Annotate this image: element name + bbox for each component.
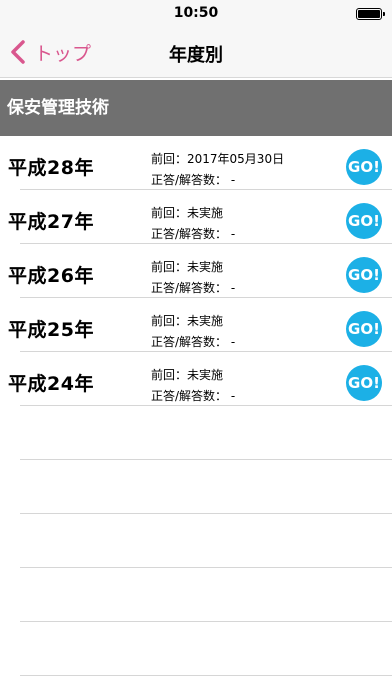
go-button[interactable]: GO! bbox=[346, 365, 382, 401]
go-button[interactable]: GO! bbox=[346, 311, 382, 347]
score-text: 正答/解答数： - bbox=[151, 389, 236, 403]
empty-row bbox=[0, 460, 392, 514]
exam-year: 平成26年 bbox=[8, 265, 94, 287]
section-header: 保安管理技術 bbox=[0, 80, 392, 136]
last-attempt-date: 前回：未実施 bbox=[151, 260, 224, 274]
exam-list: 平成28年 前回：2017年05月30日 正答/解答数： - GO! 平成27年… bbox=[0, 136, 392, 676]
last-attempt-date: 前回：未実施 bbox=[151, 314, 224, 328]
exam-row-h26[interactable]: 平成26年 前回：未実施 正答/解答数： - GO! bbox=[0, 244, 392, 298]
score-text: 正答/解答数： - bbox=[151, 335, 236, 349]
score-text: 正答/解答数： - bbox=[151, 281, 236, 295]
status-time: 10:50 bbox=[173, 5, 219, 21]
go-button[interactable]: GO! bbox=[346, 203, 382, 239]
exam-row-h28[interactable]: 平成28年 前回：2017年05月30日 正答/解答数： - GO! bbox=[0, 136, 392, 190]
last-attempt-date: 前回：2017年05月30日 bbox=[151, 152, 285, 166]
empty-row bbox=[0, 514, 392, 568]
exam-year: 平成25年 bbox=[8, 319, 94, 341]
go-button[interactable]: GO! bbox=[346, 257, 382, 293]
exam-year: 平成27年 bbox=[8, 211, 94, 233]
empty-row bbox=[0, 622, 392, 676]
status-bar: 10:50 bbox=[0, 0, 392, 28]
exam-year: 平成28年 bbox=[8, 157, 94, 179]
page-title: 年度別 bbox=[169, 45, 223, 66]
empty-row bbox=[0, 406, 392, 460]
exam-year: 平成24年 bbox=[8, 373, 94, 395]
score-text: 正答/解答数： - bbox=[151, 173, 236, 187]
exam-row-h25[interactable]: 平成25年 前回：未実施 正答/解答数： - GO! bbox=[0, 298, 392, 352]
navigation-bar: トップ 年度別 bbox=[0, 28, 392, 78]
last-attempt-date: 前回：未実施 bbox=[151, 368, 224, 382]
score-text: 正答/解答数： - bbox=[151, 227, 236, 241]
last-attempt-date: 前回：未実施 bbox=[151, 206, 224, 220]
battery-icon bbox=[356, 8, 385, 20]
empty-row bbox=[0, 568, 392, 622]
go-button[interactable]: GO! bbox=[346, 149, 382, 185]
exam-row-h24[interactable]: 平成24年 前回：未実施 正答/解答数： - GO! bbox=[0, 352, 392, 406]
exam-row-h27[interactable]: 平成27年 前回：未実施 正答/解答数： - GO! bbox=[0, 190, 392, 244]
